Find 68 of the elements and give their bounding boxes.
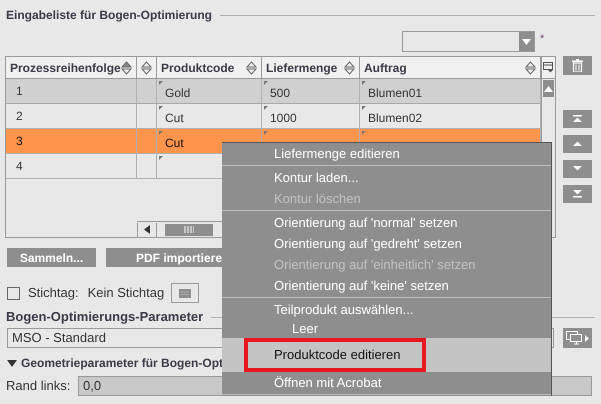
display-button[interactable] bbox=[563, 328, 592, 348]
collect-button[interactable]: Sammeln... bbox=[7, 248, 96, 267]
down-arrow-icon bbox=[573, 165, 582, 173]
menu-item[interactable]: Leer bbox=[222, 320, 551, 338]
table-cell-text: Cut bbox=[165, 110, 184, 127]
corner-mark-icon bbox=[159, 131, 163, 135]
move-last-button[interactable] bbox=[563, 185, 592, 203]
move-up-button[interactable] bbox=[563, 135, 592, 153]
column-header[interactable]: Auftrag bbox=[360, 57, 541, 78]
move-down-button[interactable] bbox=[563, 160, 592, 178]
monitor-icon bbox=[566, 331, 582, 345]
date-value: Kein Stichtag bbox=[88, 284, 164, 302]
corner-mark-icon bbox=[264, 106, 268, 110]
move-bottom-icon bbox=[573, 190, 582, 198]
delete-button[interactable] bbox=[563, 56, 592, 75]
table-cell-text: 500 bbox=[270, 85, 290, 102]
grip-icon bbox=[184, 226, 194, 233]
corner-mark-icon bbox=[362, 131, 366, 135]
up-arrow-icon bbox=[573, 140, 582, 148]
scroll-thumb[interactable] bbox=[165, 224, 213, 236]
scroll-up-button[interactable] bbox=[543, 80, 554, 97]
column-header[interactable]: Prozessreihenfolge bbox=[6, 57, 137, 78]
table-cell-text: 3 bbox=[16, 133, 23, 150]
table-cell-text: Cut bbox=[165, 135, 184, 152]
required-mark: * bbox=[540, 32, 544, 47]
table-row[interactable]: 1 Gold 500 Blumen01 bbox=[6, 79, 541, 104]
table-cell-text: 1 bbox=[16, 83, 23, 100]
table-cell-text: Blumen01 bbox=[368, 85, 422, 102]
corner-mark-icon bbox=[362, 106, 366, 110]
column-chooser-icon[interactable] bbox=[542, 57, 555, 79]
right-arrow-icon bbox=[585, 334, 589, 342]
checkbox[interactable] bbox=[7, 286, 20, 300]
corner-mark-icon bbox=[159, 156, 163, 160]
field-label: Rand links: bbox=[6, 377, 72, 396]
filter-dropdown[interactable] bbox=[402, 31, 535, 52]
scroll-left-button[interactable] bbox=[137, 222, 157, 236]
corner-mark-icon bbox=[362, 81, 366, 85]
menu-item[interactable]: Orientierung auf 'keine' setzen bbox=[222, 275, 551, 296]
menu-item[interactable]: Orientierung auf 'normal' setzen bbox=[222, 212, 551, 233]
menu-item[interactable]: Teilprodukt auswählen... bbox=[222, 299, 551, 320]
field-label: Stichtag: bbox=[28, 284, 79, 302]
section-title: Geometrieparameter für Bogen-Opt bbox=[21, 355, 224, 372]
up-arrow-icon bbox=[544, 86, 553, 92]
collapse-icon[interactable] bbox=[7, 360, 17, 366]
corner-mark-icon bbox=[264, 131, 268, 135]
calendar-button[interactable] bbox=[171, 283, 200, 303]
trash-icon bbox=[572, 59, 583, 72]
corner-mark-icon bbox=[159, 106, 163, 110]
section-title: Bogen-Optimierungs-Parameter bbox=[6, 308, 204, 326]
table-cell-text: 1000 bbox=[270, 110, 297, 127]
table-cell-text: Blumen02 bbox=[368, 110, 422, 127]
calendar-icon bbox=[179, 288, 192, 298]
table-cell-text: Gold bbox=[165, 85, 190, 102]
caret-icon bbox=[519, 32, 534, 51]
section-title: Eingabeliste für Bogen-Optimierung bbox=[6, 7, 212, 24]
table-cell-text: 4 bbox=[16, 158, 23, 175]
left-arrow-icon bbox=[144, 225, 150, 234]
menu-item[interactable]: Öffnen mit Acrobat bbox=[222, 372, 551, 393]
table-row[interactable]: 2 Cut 1000 Blumen02 bbox=[6, 104, 541, 129]
column-header[interactable]: Liefermenge bbox=[262, 57, 360, 78]
table-cell-text: 2 bbox=[16, 108, 23, 125]
move-first-button[interactable] bbox=[563, 110, 592, 128]
column-header[interactable]: Produktcode bbox=[157, 57, 262, 78]
corner-mark-icon bbox=[264, 81, 268, 85]
move-top-icon bbox=[573, 115, 582, 123]
menu-item[interactable]: Kontur laden... bbox=[222, 167, 551, 188]
corner-mark-icon bbox=[159, 81, 163, 85]
menu-item[interactable]: Produktcode editieren bbox=[222, 338, 551, 372]
